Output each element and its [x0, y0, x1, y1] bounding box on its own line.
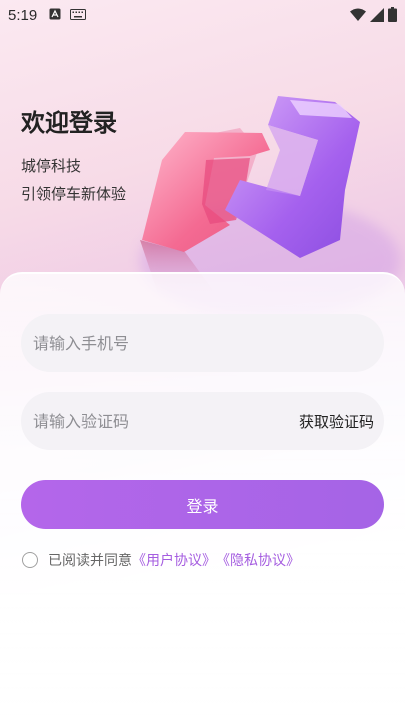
- slogan: 引领停车新体验: [21, 185, 127, 203]
- phone-field: [21, 314, 384, 372]
- company-name: 城停科技: [21, 157, 82, 175]
- login-button[interactable]: 登录: [21, 480, 384, 529]
- agreement-prefix: 已阅读并同意: [48, 553, 132, 569]
- user-agreement-link[interactable]: 《用户协议》: [132, 550, 216, 570]
- code-input[interactable]: [33, 411, 273, 431]
- phone-input[interactable]: [33, 333, 273, 353]
- agree-checkbox[interactable]: [22, 552, 38, 568]
- page-title: 欢迎登录: [21, 109, 117, 137]
- code-field: 获取验证码: [21, 392, 384, 450]
- privacy-agreement-link[interactable]: 《隐私协议》: [216, 550, 300, 570]
- agreement-row: 已阅读并同意 《用户协议》 《隐私协议》: [22, 550, 300, 570]
- get-code-button[interactable]: 获取验证码: [299, 411, 374, 432]
